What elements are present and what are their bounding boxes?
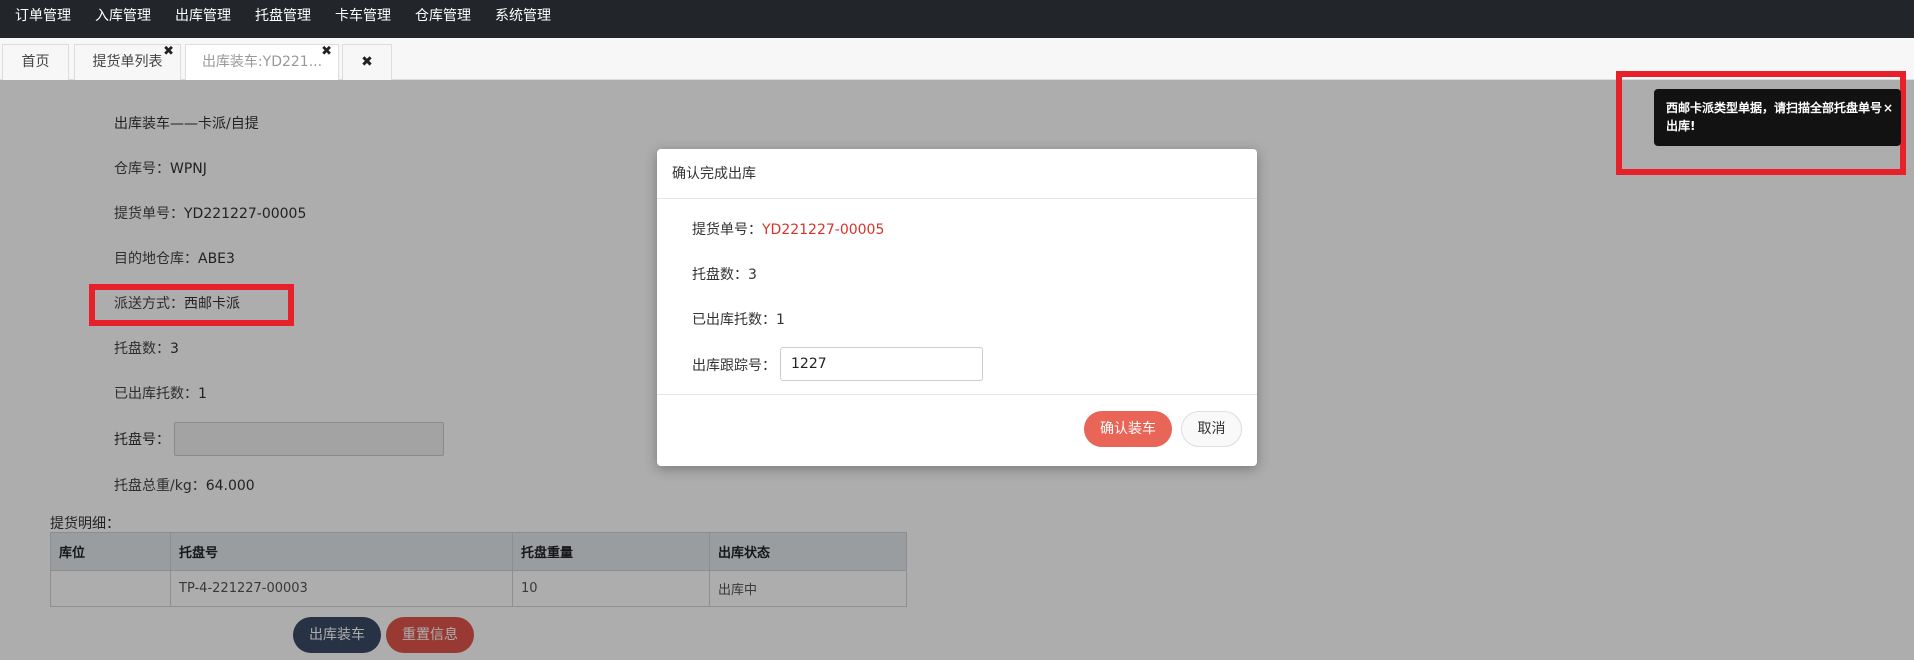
modal-pallet-count-value: 3 <box>748 267 757 283</box>
tab-bol-list-label: 提货单列表 <box>92 54 163 70</box>
modal-tracking-label: 出库跟踪号： <box>692 358 776 374</box>
nav-truck-management[interactable]: 卡车管理 <box>326 0 400 38</box>
warning-toast: 西邮卡派类型单据，请扫描全部托盘单号出库! × <box>1654 89 1901 146</box>
tracking-number-input[interactable]: 1227 <box>780 347 983 381</box>
modal-shipped-label: 已出库托数： <box>692 312 776 328</box>
tab-bol-list[interactable]: 提货单列表 ✖ <box>74 44 181 80</box>
top-nav: 订单管理 入库管理 出库管理 托盘管理 卡车管理 仓库管理 系统管理 <box>0 0 1914 38</box>
tab-home[interactable]: 首页 <box>2 44 69 80</box>
modal-bol-value: YD221227-00005 <box>762 222 885 238</box>
modal-bol-label: 提货单号： <box>692 222 762 238</box>
tab-outbound-loading-close-icon[interactable]: ✖ <box>321 44 332 60</box>
modal-shipped-field: 已出库托数：1 <box>692 309 785 329</box>
nav-system-management[interactable]: 系统管理 <box>486 0 560 38</box>
confirm-loading-button[interactable]: 确认装车 <box>1084 411 1172 447</box>
tab-outbound-loading-label: 出库装车:YD221... <box>201 54 323 70</box>
delivery-method-highlight <box>89 284 294 326</box>
tab-outbound-loading[interactable]: 出库装车:YD221... ✖ <box>185 44 339 80</box>
modal-body: 提货单号：YD221227-00005 托盘数：3 已出库托数：1 出库跟踪号：… <box>657 199 1257 395</box>
tab-bol-list-close-icon[interactable]: ✖ <box>163 44 174 60</box>
nav-outbound-management[interactable]: 出库管理 <box>166 0 240 38</box>
close-all-tabs-icon[interactable]: ✖ <box>342 44 392 80</box>
nav-pallet-management[interactable]: 托盘管理 <box>246 0 320 38</box>
nav-warehouse-management[interactable]: 仓库管理 <box>406 0 480 38</box>
modal-footer: 确认装车 取消 <box>657 395 1257 465</box>
modal-pallet-count-field: 托盘数：3 <box>692 264 757 284</box>
toast-close-icon[interactable]: × <box>1883 99 1893 117</box>
cancel-button[interactable]: 取消 <box>1181 411 1242 447</box>
modal-bol-field: 提货单号：YD221227-00005 <box>692 219 884 239</box>
confirm-outbound-modal: 确认完成出库 提货单号：YD221227-00005 托盘数：3 已出库托数：1… <box>657 149 1257 466</box>
toast-message: 西邮卡派类型单据，请扫描全部托盘单号出库! <box>1666 101 1883 133</box>
tab-home-label: 首页 <box>21 54 50 70</box>
nav-order-management[interactable]: 订单管理 <box>6 0 80 38</box>
modal-shipped-value: 1 <box>776 312 785 328</box>
nav-inbound-management[interactable]: 入库管理 <box>86 0 160 38</box>
modal-title: 确认完成出库 <box>657 149 1257 199</box>
modal-pallet-count-label: 托盘数： <box>692 267 748 283</box>
